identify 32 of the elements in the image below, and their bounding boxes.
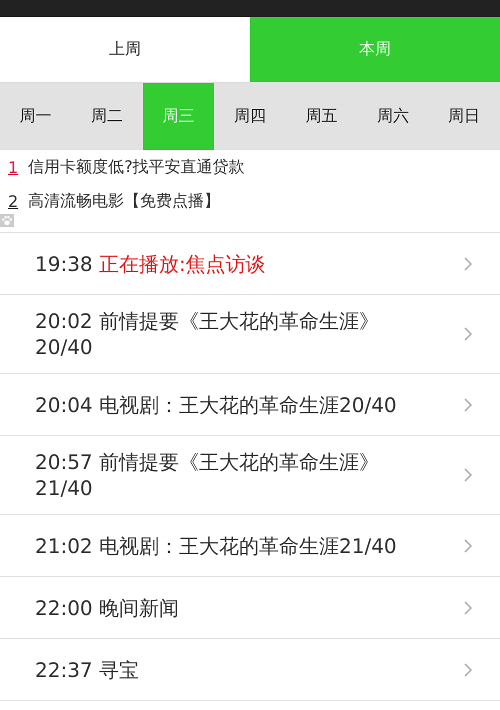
ad-link[interactable]: 高清流畅电影【免费点播】 bbox=[28, 190, 220, 212]
program-row[interactable]: 21:02 电视剧：王大花的革命生涯21/40 bbox=[0, 515, 500, 577]
program-text: 21:02 电视剧：王大花的革命生涯21/40 bbox=[35, 532, 397, 558]
day-tab[interactable]: 周六 bbox=[357, 83, 429, 150]
chevron-icon bbox=[464, 538, 472, 552]
program-row[interactable]: 22:00 晚间新闻 bbox=[0, 577, 500, 639]
chevron-icon bbox=[464, 398, 472, 412]
program-row[interactable]: 20:04 电视剧：王大花的革命生涯20/40 bbox=[0, 374, 500, 436]
program-row[interactable]: 22:37 寻宝 bbox=[0, 639, 500, 701]
chevron-icon bbox=[464, 256, 472, 270]
program-row[interactable]: 20:02 前情提要《王大花的革命生涯》20/40 bbox=[0, 295, 500, 374]
chevron-icon bbox=[464, 600, 472, 614]
program-text: 20:02 前情提要《王大花的革命生涯》20/40 bbox=[35, 308, 380, 360]
day-tab[interactable]: 周日 bbox=[428, 83, 500, 150]
day-tab[interactable]: 周四 bbox=[214, 83, 286, 150]
program-text: 20:57 前情提要《王大花的革命生涯》21/40 bbox=[35, 449, 380, 501]
program-row[interactable]: 19:38 正在播放:焦点访谈 bbox=[0, 233, 500, 295]
program-text: 22:00 晚间新闻 bbox=[35, 594, 179, 620]
program-text: 19:38 正在播放:焦点访谈 bbox=[35, 250, 266, 276]
day-tab[interactable]: 周一 bbox=[0, 83, 72, 150]
ad-link[interactable]: 信用卡额度低?找平安直通贷款 bbox=[28, 156, 245, 178]
program-text: 22:37 寻宝 bbox=[35, 656, 139, 682]
chevron-icon bbox=[464, 327, 472, 341]
ad-number: 1 bbox=[8, 158, 18, 176]
day-tab[interactable]: 周二 bbox=[71, 83, 143, 150]
program-row[interactable]: 20:57 前情提要《王大花的革命生涯》21/40 bbox=[0, 436, 500, 515]
paw-icon bbox=[0, 214, 14, 227]
chevron-icon bbox=[464, 468, 472, 482]
chevron-icon bbox=[464, 662, 472, 676]
ad-number: 2 bbox=[8, 192, 18, 210]
day-tab[interactable]: 周五 bbox=[286, 83, 358, 150]
program-text: 20:04 电视剧：王大花的革命生涯20/40 bbox=[35, 392, 397, 418]
